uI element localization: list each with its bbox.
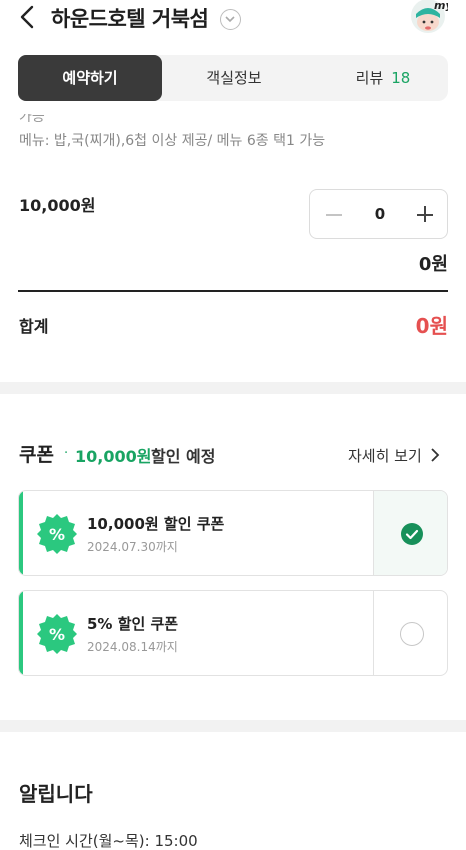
coupon-accent-bar [19,591,23,675]
notice-title: 알립니다 [19,782,93,806]
notice-line: 체크인 시간(월~목): 15:00 [19,832,198,850]
discount-badge-icon: % [36,513,78,555]
coupon-expiry: 2024.08.14까지 [87,640,178,654]
total-value: 0원 [415,314,448,338]
title-dropdown-icon[interactable] [220,9,241,30]
avatar-badge-text: my [434,0,448,12]
coupon-card[interactable]: % 10,000원 할인 쿠폰 2024.07.30까지 [18,490,448,576]
plus-icon[interactable] [414,202,436,226]
tab-reviews-label: 리뷰 [355,69,384,87]
section-divider [0,382,466,394]
coupon-card[interactable]: % 5% 할인 쿠폰 2024.08.14까지 [18,590,448,676]
coupon-accent-bar [19,491,23,575]
coupon-name: 10,000원 할인 쿠폰 [87,515,225,533]
coupon-more-link[interactable]: 자세히 보기 [348,445,422,466]
back-chevron-icon[interactable] [14,3,42,31]
discount-badge-text: % [49,525,65,544]
coupon-select[interactable] [373,591,447,675]
unchecked-circle-icon [400,622,424,646]
quantity-value: 0 [374,205,386,223]
menu-price: 10,000원 [19,196,96,215]
coupon-separator: · [64,446,69,461]
menu-cut-text: 가능 [19,114,45,122]
tab-bar: 예약하기 객실정보 리뷰 18 [18,55,448,101]
section-divider [0,720,466,732]
discount-badge-text: % [49,625,65,644]
coupon-name: 5% 할인 쿠폰 [87,615,179,633]
total-label: 합계 [19,317,49,336]
menu-description: 메뉴: 밥,국(찌개),6첩 이상 제공/ 메뉴 6종 택1 가능 [19,133,326,149]
minus-icon[interactable] [324,202,344,226]
quantity-stepper: 0 [309,189,448,239]
page-title: 하운드호텔 거북섬 [51,7,209,31]
coupon-select[interactable] [373,491,447,575]
chevron-right-icon[interactable] [428,447,442,463]
coupon-discount-suffix: 할인 예정 [151,447,216,466]
tab-reviews[interactable]: 리뷰 18 [318,55,448,101]
app-header: 하운드호텔 거북섬 my [0,0,466,40]
discount-badge-icon: % [36,613,78,655]
coupon-expiry: 2024.07.30까지 [87,540,178,554]
review-count: 18 [391,69,411,87]
total-divider [18,290,448,292]
tab-reservation[interactable]: 예약하기 [18,55,162,101]
coupon-discount-amount: 10,000원 [75,447,152,466]
check-circle-icon [401,523,423,545]
item-subtotal: 0원 [418,254,448,275]
tab-room-info[interactable]: 객실정보 [162,55,306,101]
my-avatar-icon[interactable]: my [408,0,453,36]
coupon-section-title: 쿠폰 [19,444,54,466]
